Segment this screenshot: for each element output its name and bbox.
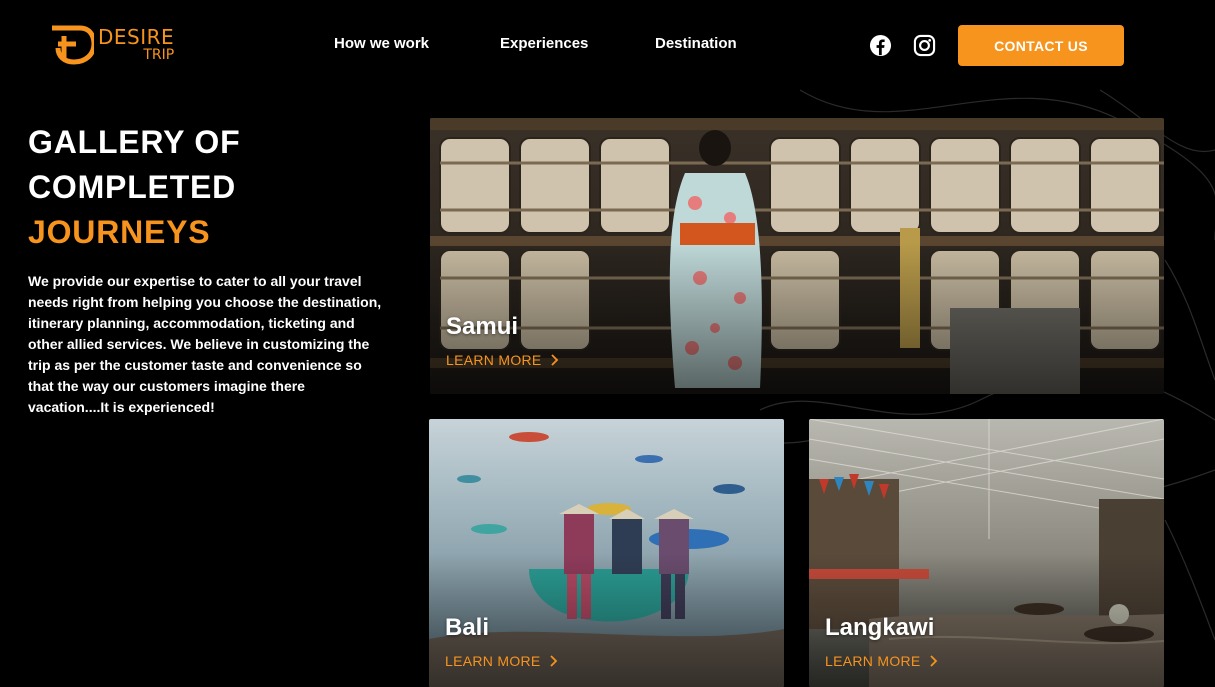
destination-card-bali[interactable]: Bali LEARN MORE <box>429 419 784 687</box>
gallery-description: We provide our expertise to cater to all… <box>28 273 382 415</box>
facebook-icon[interactable] <box>869 34 892 57</box>
gallery-heading: GALLERY OF COMPLETED JOURNEYS <box>28 120 240 255</box>
logo-wordmark-top: DESIRE <box>98 24 175 49</box>
heading-line-1: GALLERY OF <box>28 124 241 160</box>
heading-line-3: JOURNEYS <box>28 214 211 250</box>
heading-line-2: COMPLETED <box>28 169 237 205</box>
contact-us-button[interactable]: CONTACT US <box>958 25 1124 66</box>
site-header: DESIRE TRIP How we work Experiences Dest… <box>0 0 1215 90</box>
learn-more-label: LEARN MORE <box>825 653 921 669</box>
bali-photo <box>429 419 784 687</box>
destination-card-langkawi[interactable]: Langkawi LEARN MORE <box>809 419 1164 687</box>
card-title-bali: Bali <box>445 614 490 641</box>
brand-logo[interactable]: DESIRE TRIP <box>50 22 190 66</box>
learn-more-label: LEARN MORE <box>445 653 541 669</box>
chevron-right-icon <box>929 655 937 667</box>
learn-more-link-samui[interactable]: LEARN MORE <box>446 352 560 368</box>
nav-how-we-work[interactable]: How we work <box>334 35 429 52</box>
instagram-icon[interactable] <box>913 34 936 57</box>
logo-wordmark-bottom: TRIP <box>143 46 175 63</box>
learn-more-link-langkawi[interactable]: LEARN MORE <box>825 653 939 669</box>
langkawi-photo <box>809 419 1164 687</box>
nav-destination[interactable]: Destination <box>655 35 737 52</box>
learn-more-label: LEARN MORE <box>446 352 542 368</box>
card-title-langkawi: Langkawi <box>825 614 935 641</box>
chevron-right-icon <box>549 655 557 667</box>
card-title-samui: Samui <box>446 313 519 340</box>
chevron-right-icon <box>550 354 558 366</box>
nav-experiences[interactable]: Experiences <box>500 35 588 52</box>
logo-mark-icon <box>52 25 94 65</box>
learn-more-link-bali[interactable]: LEARN MORE <box>445 653 559 669</box>
destination-card-samui[interactable]: Samui LEARN MORE <box>430 118 1164 394</box>
